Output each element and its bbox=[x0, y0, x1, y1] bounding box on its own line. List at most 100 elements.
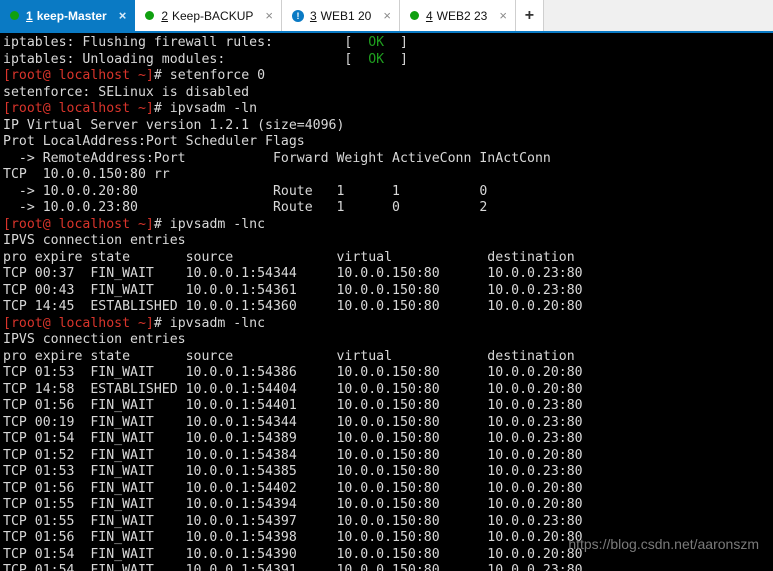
output-text: TCP 01:55 FIN_WAIT 10.0.0.1:54394 10.0.0… bbox=[3, 497, 583, 512]
terminal-output-line: -> 10.0.0.23:80 Route 1 0 2 bbox=[3, 200, 773, 217]
output-text: IPVS connection entries bbox=[3, 233, 186, 248]
terminal-prompt-line: [root@ localhost ~]# ipvsadm -lnc bbox=[3, 316, 773, 333]
status-bracket-left: [ bbox=[344, 35, 369, 50]
output-text: TCP 10.0.0.150:80 rr bbox=[3, 167, 170, 182]
terminal-output-line: -> RemoteAddress:Port Forward Weight Act… bbox=[3, 151, 773, 168]
green-dot-icon bbox=[145, 11, 155, 20]
output-text: TCP 01:53 FIN_WAIT 10.0.0.1:54386 10.0.0… bbox=[3, 365, 583, 380]
status-badge: OK bbox=[368, 35, 385, 50]
output-text: TCP 14:58 ESTABLISHED 10.0.0.1:54404 10.… bbox=[3, 381, 583, 397]
tab-bar-filler bbox=[543, 0, 773, 31]
terminal-output-line: TCP 14:58 ESTABLISHED 10.0.0.1:54404 10.… bbox=[3, 382, 773, 399]
green-dot-icon bbox=[409, 11, 419, 20]
output-text: -> 10.0.0.20:80 Route 1 1 0 bbox=[3, 183, 488, 199]
output-text: Prot LocalAddress:Port Scheduler Flags bbox=[3, 134, 305, 149]
tab-title-label: Keep-BACKUP bbox=[172, 8, 254, 23]
close-icon[interactable]: × bbox=[383, 9, 391, 22]
output-text: TCP 01:54 FIN_WAIT 10.0.0.1:54391 10.0.0… bbox=[3, 563, 583, 571]
terminal-output-line: TCP 01:53 FIN_WAIT 10.0.0.1:54386 10.0.0… bbox=[3, 365, 773, 382]
terminal-output-line: IP Virtual Server version 1.2.1 (size=40… bbox=[3, 118, 773, 135]
terminal-output[interactable]: iptables: Flushing firewall rules: [ OK … bbox=[0, 33, 773, 571]
close-icon[interactable]: × bbox=[499, 9, 507, 22]
shell-command: ipvsadm -ln bbox=[169, 101, 258, 116]
terminal-output-line: TCP 14:45 ESTABLISHED 10.0.0.1:54360 10.… bbox=[3, 299, 773, 316]
output-text: TCP 01:54 FIN_WAIT 10.0.0.1:54389 10.0.0… bbox=[3, 431, 583, 446]
prompt-suffix: # bbox=[153, 216, 170, 232]
output-text: -> 10.0.0.23:80 Route 1 0 2 bbox=[3, 200, 488, 215]
terminal-output-line: IPVS connection entries bbox=[3, 233, 773, 250]
output-text: TCP 00:37 FIN_WAIT 10.0.0.1:54344 10.0.0… bbox=[3, 266, 583, 281]
tab-3-web1-20[interactable]: ! 3 WEB1 20 × bbox=[281, 0, 400, 31]
output-text: TCP 01:53 FIN_WAIT 10.0.0.1:54385 10.0.0… bbox=[3, 464, 583, 479]
tab-title-label: keep-Master bbox=[36, 8, 107, 23]
alert-badge-icon: ! bbox=[291, 9, 304, 22]
output-text: TCP 00:19 FIN_WAIT 10.0.0.1:54344 10.0.0… bbox=[3, 414, 583, 430]
output-text: TCP 01:56 FIN_WAIT 10.0.0.1:54402 10.0.0… bbox=[3, 480, 583, 496]
status-bracket-right: ] bbox=[384, 51, 408, 67]
terminal-prompt-line: [root@ localhost ~]# ipvsadm -lnc bbox=[3, 217, 773, 234]
terminal-prompt-line: [root@ localhost ~]# setenforce 0 bbox=[3, 68, 773, 85]
tab-title-label: WEB1 20 bbox=[320, 8, 372, 23]
tab-index-label: 4 bbox=[425, 8, 433, 23]
terminal-output-line: TCP 01:55 FIN_WAIT 10.0.0.1:54397 10.0.0… bbox=[3, 514, 773, 531]
terminal-output-line: TCP 01:55 FIN_WAIT 10.0.0.1:54394 10.0.0… bbox=[3, 497, 773, 514]
shell-command: ipvsadm -lnc bbox=[169, 216, 266, 232]
terminal-output-line: setenforce: SELinux is disabled bbox=[3, 85, 773, 102]
terminal-prompt-line: [root@ localhost ~]# ipvsadm -ln bbox=[3, 101, 773, 118]
shell-command: ipvsadm -lnc bbox=[169, 315, 266, 331]
output-text: TCP 14:45 ESTABLISHED 10.0.0.1:54360 10.… bbox=[3, 299, 583, 314]
output-text: -> RemoteAddress:Port Forward Weight Act… bbox=[3, 150, 551, 166]
shell-prompt: [root@ localhost ~] bbox=[3, 315, 154, 331]
status-bracket-right: ] bbox=[384, 35, 408, 50]
status-badge: OK bbox=[368, 51, 385, 67]
terminal-output-line: TCP 01:54 FIN_WAIT 10.0.0.1:54391 10.0.0… bbox=[3, 563, 773, 571]
tab-1-keep-master[interactable]: 1 keep-Master × bbox=[0, 0, 136, 31]
output-text: TCP 01:56 FIN_WAIT 10.0.0.1:54398 10.0.0… bbox=[3, 530, 583, 545]
tab-index-label: 2 bbox=[161, 8, 168, 23]
terminal-output-line: TCP 01:56 FIN_WAIT 10.0.0.1:54401 10.0.0… bbox=[3, 398, 773, 415]
prompt-suffix: # bbox=[153, 101, 170, 116]
output-text: TCP 01:52 FIN_WAIT 10.0.0.1:54384 10.0.0… bbox=[3, 447, 583, 463]
terminal-output-line: pro expire state source virtual destinat… bbox=[3, 250, 773, 267]
watermark-url: https://blog.csdn.net/aaronszm bbox=[568, 536, 759, 552]
prompt-suffix: # bbox=[153, 315, 170, 331]
new-tab-label: + bbox=[524, 6, 535, 24]
terminal-status-line: iptables: Flushing firewall rules: [ OK … bbox=[3, 35, 773, 52]
status-message: iptables: Unloading modules: bbox=[3, 51, 345, 67]
terminal-output-line: TCP 01:53 FIN_WAIT 10.0.0.1:54385 10.0.0… bbox=[3, 464, 773, 481]
tab-index-label: 3 bbox=[309, 8, 317, 23]
output-text: TCP 01:56 FIN_WAIT 10.0.0.1:54401 10.0.0… bbox=[3, 398, 583, 413]
terminal-output-line: -> 10.0.0.20:80 Route 1 1 0 bbox=[3, 184, 773, 201]
terminal-output-line: Prot LocalAddress:Port Scheduler Flags bbox=[3, 134, 773, 151]
status-bracket-left: [ bbox=[344, 51, 369, 67]
shell-prompt: [root@ localhost ~] bbox=[3, 68, 154, 83]
terminal-output-line: TCP 00:37 FIN_WAIT 10.0.0.1:54344 10.0.0… bbox=[3, 266, 773, 283]
output-text: TCP 01:55 FIN_WAIT 10.0.0.1:54397 10.0.0… bbox=[3, 513, 583, 529]
output-text: IPVS connection entries bbox=[3, 332, 186, 347]
terminal-output-line: pro expire state source virtual destinat… bbox=[3, 349, 773, 366]
tab-index-label: 1 bbox=[26, 8, 33, 23]
close-icon[interactable]: × bbox=[265, 9, 273, 22]
output-text: setenforce: SELinux is disabled bbox=[3, 84, 250, 100]
new-tab-button[interactable]: + bbox=[515, 0, 544, 31]
terminal-output-line: TCP 01:54 FIN_WAIT 10.0.0.1:54389 10.0.0… bbox=[3, 431, 773, 448]
tab-4-web2-23[interactable]: 4 WEB2 23 × bbox=[399, 0, 516, 31]
terminal-line-list: iptables: Flushing firewall rules: [ OK … bbox=[3, 35, 773, 571]
tab-2-keep-backup[interactable]: 2 Keep-BACKUP × bbox=[135, 0, 282, 31]
output-text: pro expire state source virtual destinat… bbox=[3, 348, 575, 364]
output-text: TCP 00:43 FIN_WAIT 10.0.0.1:54361 10.0.0… bbox=[3, 282, 583, 298]
terminal-output-line: TCP 10.0.0.150:80 rr bbox=[3, 167, 773, 184]
status-message: iptables: Flushing firewall rules: bbox=[3, 35, 345, 50]
terminal-output-line: TCP 01:52 FIN_WAIT 10.0.0.1:54384 10.0.0… bbox=[3, 448, 773, 465]
terminal-output-line: TCP 01:56 FIN_WAIT 10.0.0.1:54402 10.0.0… bbox=[3, 481, 773, 498]
output-text: IP Virtual Server version 1.2.1 (size=40… bbox=[3, 117, 345, 133]
shell-prompt: [root@ localhost ~] bbox=[3, 216, 154, 232]
close-icon[interactable]: × bbox=[119, 9, 127, 22]
shell-prompt: [root@ localhost ~] bbox=[3, 101, 154, 116]
terminal-output-line: TCP 00:19 FIN_WAIT 10.0.0.1:54344 10.0.0… bbox=[3, 415, 773, 432]
terminal-output-line: IPVS connection entries bbox=[3, 332, 773, 349]
shell-command: setenforce 0 bbox=[169, 68, 266, 83]
tab-bar: 1 keep-Master × 2 Keep-BACKUP ×! 3 WEB1 20 × 4 WEB… bbox=[0, 0, 773, 33]
terminal-status-line: iptables: Unloading modules: [ OK ] bbox=[3, 52, 773, 69]
output-text: TCP 01:54 FIN_WAIT 10.0.0.1:54390 10.0.0… bbox=[3, 546, 583, 562]
